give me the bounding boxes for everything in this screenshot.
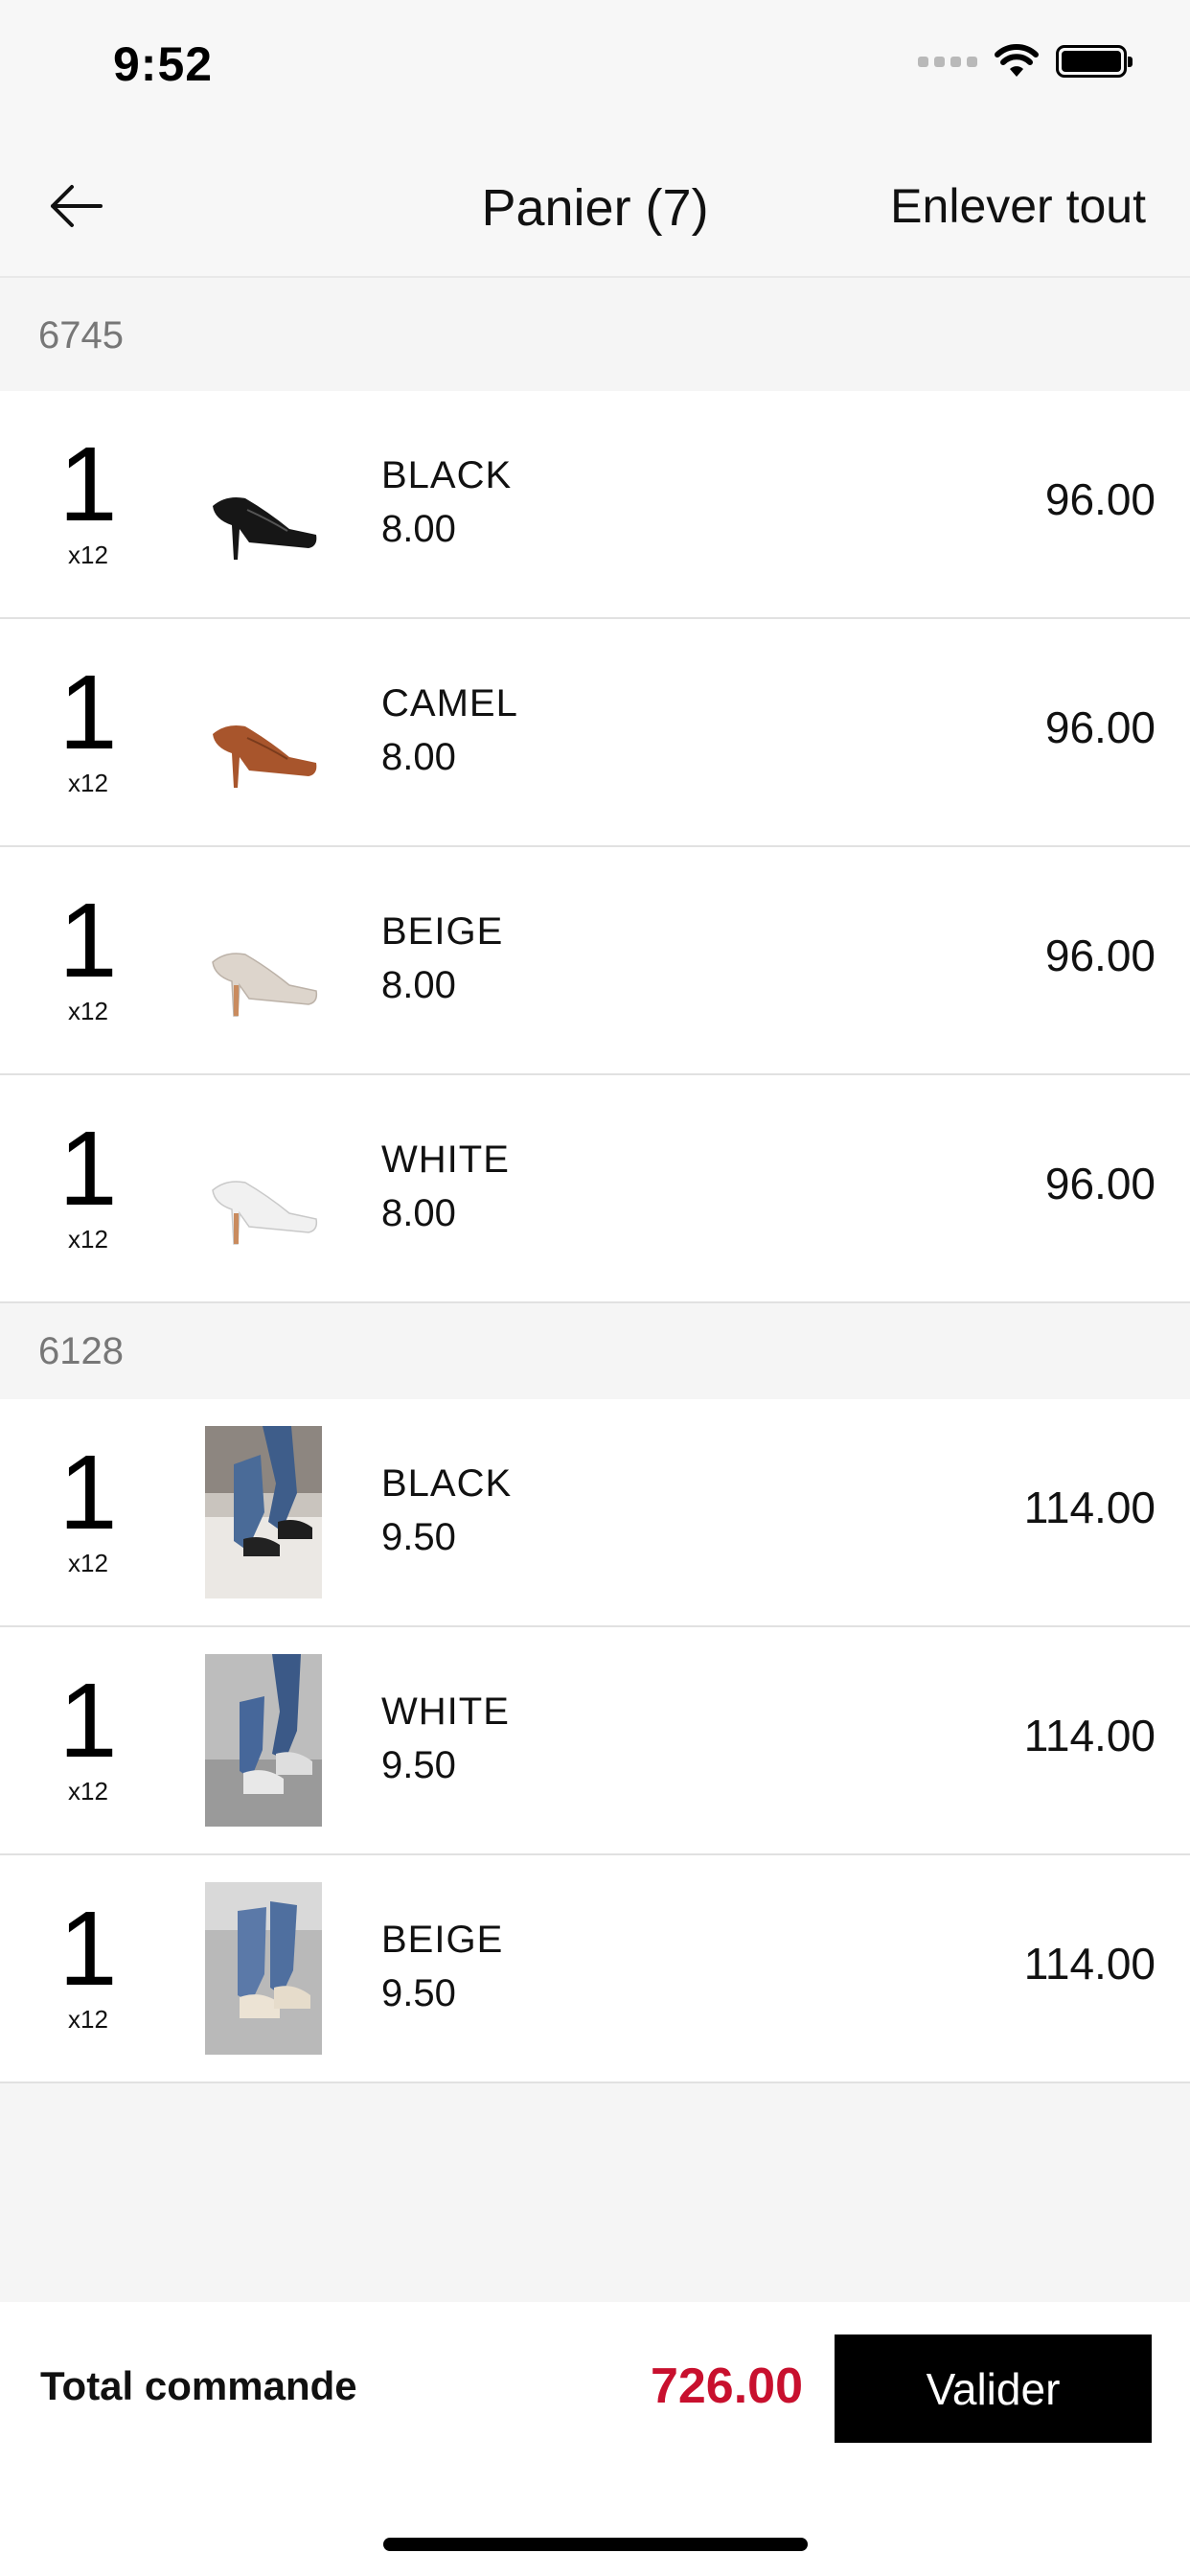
unit-price: 8.00 [381, 736, 456, 778]
total-value: 726.00 [650, 2358, 803, 2414]
pack-size: x12 [68, 997, 108, 1025]
cart-item[interactable]: 1 x12 WHITE 9.50 114.00 [0, 1627, 1190, 1855]
remove-all-button[interactable]: Enlever tout [890, 178, 1146, 234]
quantity[interactable]: 1 [57, 1897, 119, 2002]
cart-item[interactable]: 1 x12 CAMEL 8.00 96.00 [0, 619, 1190, 847]
checkout-footer: Total commande 726.00 Valider [0, 2302, 1190, 2576]
total-label: Total commande [40, 2363, 357, 2408]
cart-item[interactable]: 1 x12 WHITE 8.00 96.00 [0, 1075, 1190, 1303]
item-color: BEIGE [381, 910, 504, 953]
status-bar: 9:52 [0, 0, 1190, 134]
cart-item[interactable]: 1 x12 BLACK 8.00 96.00 [0, 391, 1190, 619]
quantity[interactable]: 1 [57, 1668, 119, 1774]
unit-price: 9.50 [381, 1516, 456, 1558]
unit-price: 8.00 [381, 508, 456, 550]
line-total: 96.00 [1044, 702, 1156, 752]
quantity[interactable]: 1 [57, 1116, 119, 1222]
line-total: 96.00 [1044, 474, 1156, 524]
product-image [212, 953, 318, 1017]
nav-bar: Panier (7) Enlever tout [0, 134, 1190, 278]
pack-size: x12 [68, 540, 108, 569]
item-color: BLACK [381, 454, 513, 496]
product-image [213, 725, 317, 788]
line-total: 114.00 [1023, 1711, 1156, 1760]
validate-button[interactable]: Valider [835, 2334, 1152, 2443]
item-color: WHITE [381, 1690, 510, 1733]
cart-item[interactable]: 1 x12 BEIGE 8.00 96.00 [0, 847, 1190, 1075]
unit-price: 8.00 [381, 964, 456, 1006]
item-color: BEIGE [381, 1919, 504, 1961]
item-color: BLACK [381, 1462, 513, 1505]
quantity[interactable]: 1 [57, 432, 119, 538]
pack-size: x12 [68, 2005, 108, 2034]
quantity[interactable]: 1 [57, 888, 119, 994]
status-time: 9:52 [113, 37, 214, 91]
item-color: CAMEL [381, 682, 518, 724]
group-header: 6128 [0, 1303, 1190, 1399]
battery-icon [1056, 45, 1133, 78]
home-indicator[interactable] [383, 2538, 808, 2551]
line-total: 114.00 [1023, 1483, 1156, 1532]
cart-item[interactable]: 1 x12 BEIGE 9.50 114.00 [0, 1855, 1190, 2083]
product-image [205, 1882, 322, 2055]
cart-item[interactable]: 1 x12 BLACK 9.50 114.00 [0, 1399, 1190, 1627]
line-total: 96.00 [1044, 931, 1156, 980]
quantity[interactable]: 1 [57, 1440, 119, 1546]
pack-size: x12 [68, 1549, 108, 1577]
pack-size: x12 [68, 1777, 108, 1806]
line-total: 96.00 [1044, 1159, 1156, 1208]
unit-price: 9.50 [381, 1972, 456, 2014]
product-image [212, 1181, 318, 1245]
unit-price: 9.50 [381, 1744, 456, 1786]
quantity[interactable]: 1 [57, 660, 119, 766]
unit-price: 8.00 [381, 1192, 456, 1234]
line-total: 114.00 [1023, 1939, 1156, 1989]
pack-size: x12 [68, 769, 108, 797]
product-image [205, 1426, 322, 1598]
product-image [213, 497, 317, 560]
status-icons [918, 44, 1133, 79]
pack-size: x12 [68, 1225, 108, 1254]
item-color: WHITE [381, 1138, 510, 1181]
product-image [205, 1654, 322, 1827]
signal-icon [918, 56, 977, 67]
wifi-icon [995, 44, 1039, 77]
group-header: 6745 [0, 280, 1190, 391]
